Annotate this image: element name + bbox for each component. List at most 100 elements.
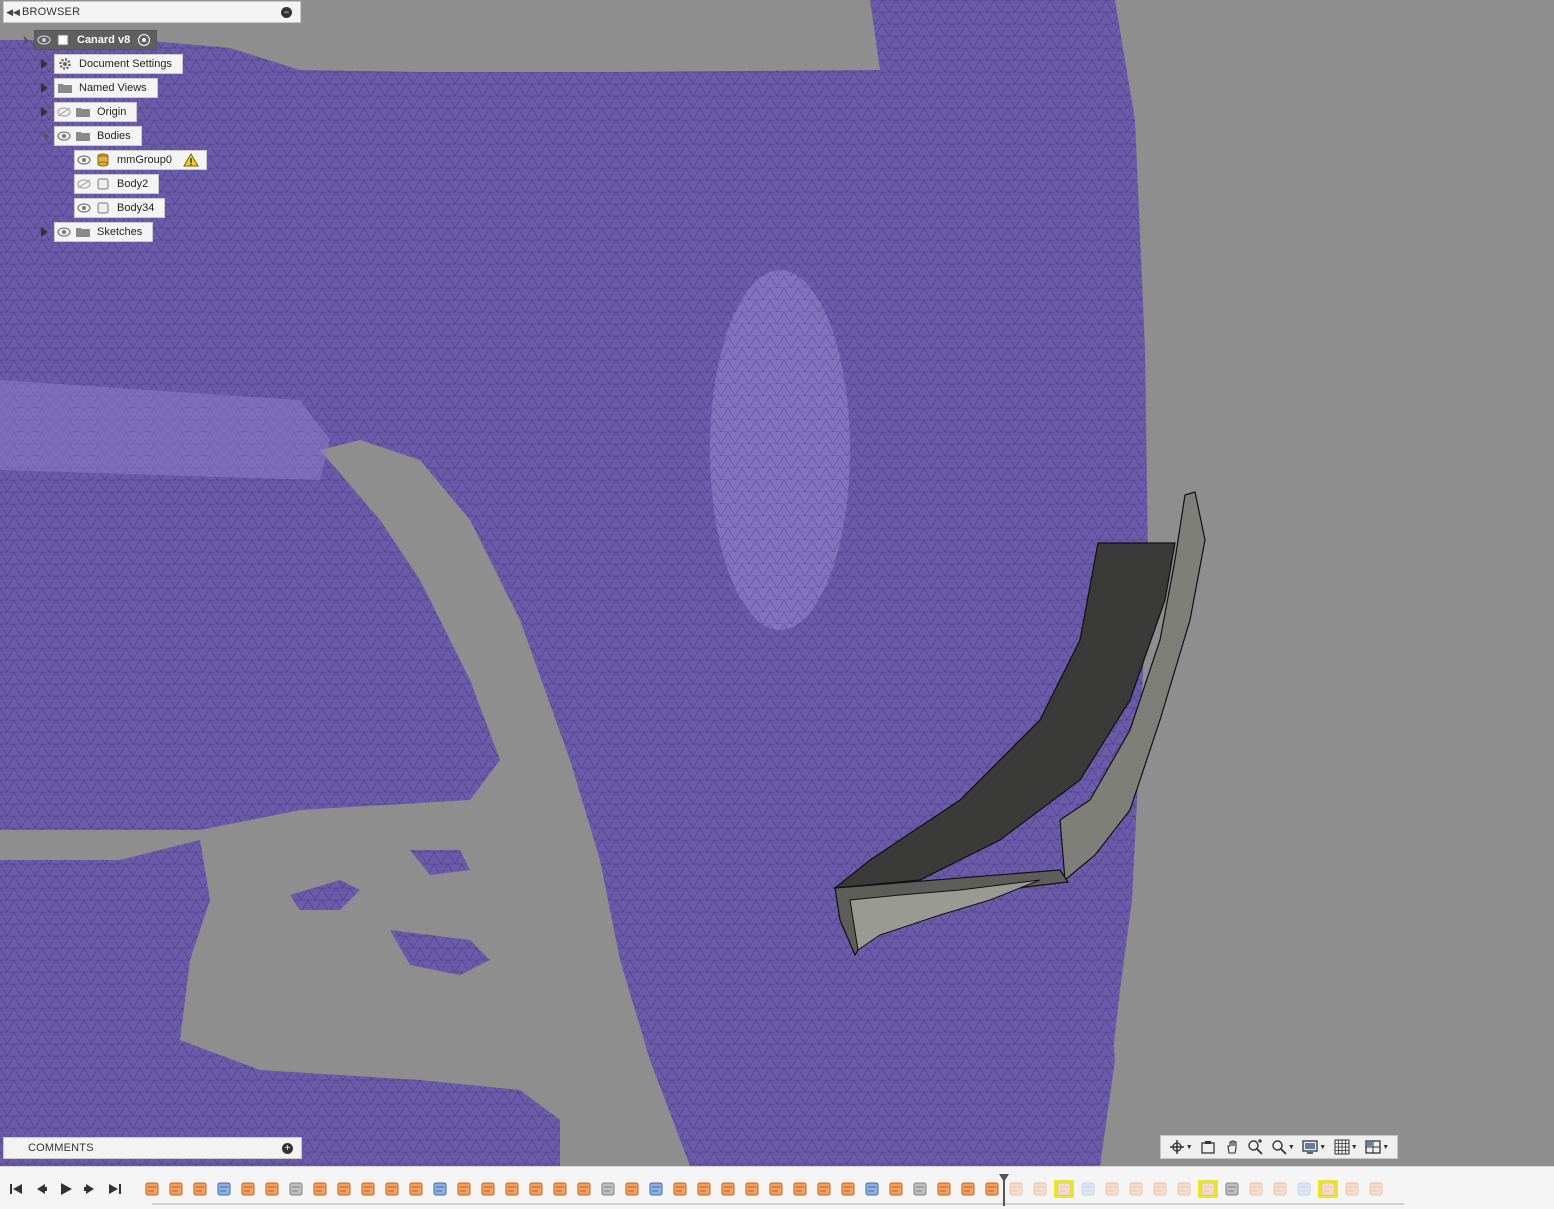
timeline-feature-icon[interactable] — [910, 1180, 930, 1198]
step-forward-button[interactable] — [82, 1181, 98, 1197]
timeline-feature-icon[interactable] — [1222, 1180, 1242, 1198]
timeline-feature-icon[interactable] — [982, 1180, 1002, 1198]
timeline-feature-icon[interactable] — [1126, 1180, 1146, 1198]
comments-panel-header[interactable]: COMMENTS + — [3, 1137, 302, 1159]
warning-icon[interactable] — [182, 152, 200, 168]
zoom-button[interactable] — [1247, 1137, 1263, 1157]
timeline-feature-icon[interactable] — [1030, 1180, 1050, 1198]
zoom-icon — [1248, 1139, 1263, 1155]
timeline-feature-icon[interactable] — [766, 1180, 786, 1198]
tree-item-label: Sketches — [97, 226, 143, 238]
timeline-feature-icon[interactable] — [1102, 1180, 1122, 1198]
timeline-feature-icon[interactable] — [358, 1180, 378, 1198]
add-comment-icon[interactable]: + — [282, 1142, 293, 1154]
tree-item-document-settings[interactable]: Document Settings — [38, 54, 183, 74]
look-at-button[interactable] — [1200, 1137, 1216, 1157]
timeline-feature-icon[interactable] — [1294, 1180, 1314, 1198]
timeline-feature-icon[interactable] — [1174, 1180, 1194, 1198]
timeline-marker[interactable] — [1003, 1176, 1005, 1206]
timeline-feature-icon[interactable] — [622, 1180, 642, 1198]
eye-icon[interactable] — [75, 201, 93, 215]
timeline-feature-icon[interactable] — [886, 1180, 906, 1198]
timeline-feature-icon[interactable] — [454, 1180, 474, 1198]
display-settings-button[interactable]: ▼ — [1302, 1137, 1326, 1157]
grid-button[interactable]: ▼ — [1334, 1137, 1358, 1157]
gear-icon — [55, 56, 75, 72]
timeline-feature-icon[interactable] — [742, 1180, 762, 1198]
go-to-end-button[interactable] — [107, 1181, 123, 1197]
timeline-feature-icon[interactable] — [310, 1180, 330, 1198]
timeline-feature-icon[interactable] — [1318, 1180, 1338, 1198]
viewports-icon — [1365, 1140, 1381, 1154]
timeline-feature-icon[interactable] — [430, 1180, 450, 1198]
timeline-feature-icon[interactable] — [598, 1180, 618, 1198]
tree-item-body2[interactable]: Body2 — [74, 174, 160, 194]
tree-root-canard[interactable]: Canard v8 — [18, 30, 158, 50]
timeline-feature-icon[interactable] — [838, 1180, 858, 1198]
timeline-feature-icon[interactable] — [238, 1180, 258, 1198]
expand-right-icon[interactable] — [38, 82, 50, 94]
play-button[interactable] — [58, 1181, 74, 1197]
timeline-feature-icon[interactable] — [142, 1180, 162, 1198]
timeline-feature-icon[interactable] — [814, 1180, 834, 1198]
tree-item-named-views[interactable]: Named Views — [38, 78, 158, 98]
tree-item-bodies[interactable]: Bodies — [38, 126, 142, 146]
timeline-feature-icon[interactable] — [958, 1180, 978, 1198]
go-to-start-button[interactable] — [8, 1181, 24, 1197]
timeline-feature-icon[interactable] — [214, 1180, 234, 1198]
pan-button[interactable] — [1224, 1137, 1240, 1157]
timeline-feature-icon[interactable] — [1342, 1180, 1362, 1198]
eye-hidden-icon[interactable] — [75, 177, 93, 191]
expand-right-icon[interactable] — [38, 106, 50, 118]
tree-item-origin[interactable]: Origin — [38, 102, 138, 122]
expand-down-icon[interactable] — [38, 130, 50, 142]
timeline-feature-icon[interactable] — [1270, 1180, 1290, 1198]
eye-icon[interactable] — [55, 129, 73, 143]
timeline-feature-icon[interactable] — [862, 1180, 882, 1198]
3d-viewport[interactable] — [0, 0, 1554, 1166]
timeline-feature-icon[interactable] — [502, 1180, 522, 1198]
timeline-feature-icon[interactable] — [934, 1180, 954, 1198]
timeline-feature-icon[interactable] — [670, 1180, 690, 1198]
eye-icon[interactable] — [75, 153, 93, 167]
timeline-feature-icon[interactable] — [1006, 1180, 1026, 1198]
timeline-feature-icon[interactable] — [406, 1180, 426, 1198]
expand-right-icon[interactable] — [38, 58, 50, 70]
step-back-button[interactable] — [33, 1181, 49, 1197]
timeline-feature-icon[interactable] — [1198, 1180, 1218, 1198]
browser-panel-header[interactable]: ◀◀ BROWSER − — [3, 1, 301, 23]
timeline-feature-icon[interactable] — [334, 1180, 354, 1198]
timeline-feature-icon[interactable] — [478, 1180, 498, 1198]
timeline-feature-icon[interactable] — [1246, 1180, 1266, 1198]
expand-down-icon[interactable] — [18, 34, 30, 46]
timeline-feature-icon[interactable] — [1054, 1180, 1074, 1198]
expand-right-icon[interactable] — [38, 226, 50, 238]
orbit-button[interactable]: ▼ — [1169, 1137, 1193, 1157]
tree-item-sketches[interactable]: Sketches — [38, 222, 154, 242]
timeline-feature-icon[interactable] — [1078, 1180, 1098, 1198]
minimize-panel-icon[interactable]: − — [281, 6, 292, 18]
timeline-feature-icon[interactable] — [1366, 1180, 1386, 1198]
timeline-feature-icon[interactable] — [574, 1180, 594, 1198]
timeline-feature-icon[interactable] — [694, 1180, 714, 1198]
tree-item-body34[interactable]: Body34 — [74, 198, 166, 218]
timeline-feature-icon[interactable] — [526, 1180, 546, 1198]
timeline-feature-icon[interactable] — [1150, 1180, 1170, 1198]
collapse-panel-icon[interactable]: ◀◀ — [4, 7, 22, 18]
timeline-feature-icon[interactable] — [166, 1180, 186, 1198]
eye-hidden-icon[interactable] — [55, 105, 73, 119]
tree-item-mmgroup0[interactable]: mmGroup0 — [74, 150, 208, 170]
eye-icon[interactable] — [55, 225, 73, 239]
timeline-feature-icon[interactable] — [262, 1180, 282, 1198]
timeline-feature-icon[interactable] — [190, 1180, 210, 1198]
timeline-feature-icon[interactable] — [646, 1180, 666, 1198]
timeline-feature-icon[interactable] — [790, 1180, 810, 1198]
activate-radio-icon[interactable] — [138, 34, 151, 46]
viewports-button[interactable]: ▼ — [1365, 1137, 1389, 1157]
zoom-window-button[interactable]: ▼ — [1271, 1137, 1295, 1157]
timeline-feature-icon[interactable] — [286, 1180, 306, 1198]
eye-icon[interactable] — [35, 33, 53, 47]
timeline-feature-icon[interactable] — [718, 1180, 738, 1198]
timeline-feature-icon[interactable] — [382, 1180, 402, 1198]
timeline-feature-icon[interactable] — [550, 1180, 570, 1198]
